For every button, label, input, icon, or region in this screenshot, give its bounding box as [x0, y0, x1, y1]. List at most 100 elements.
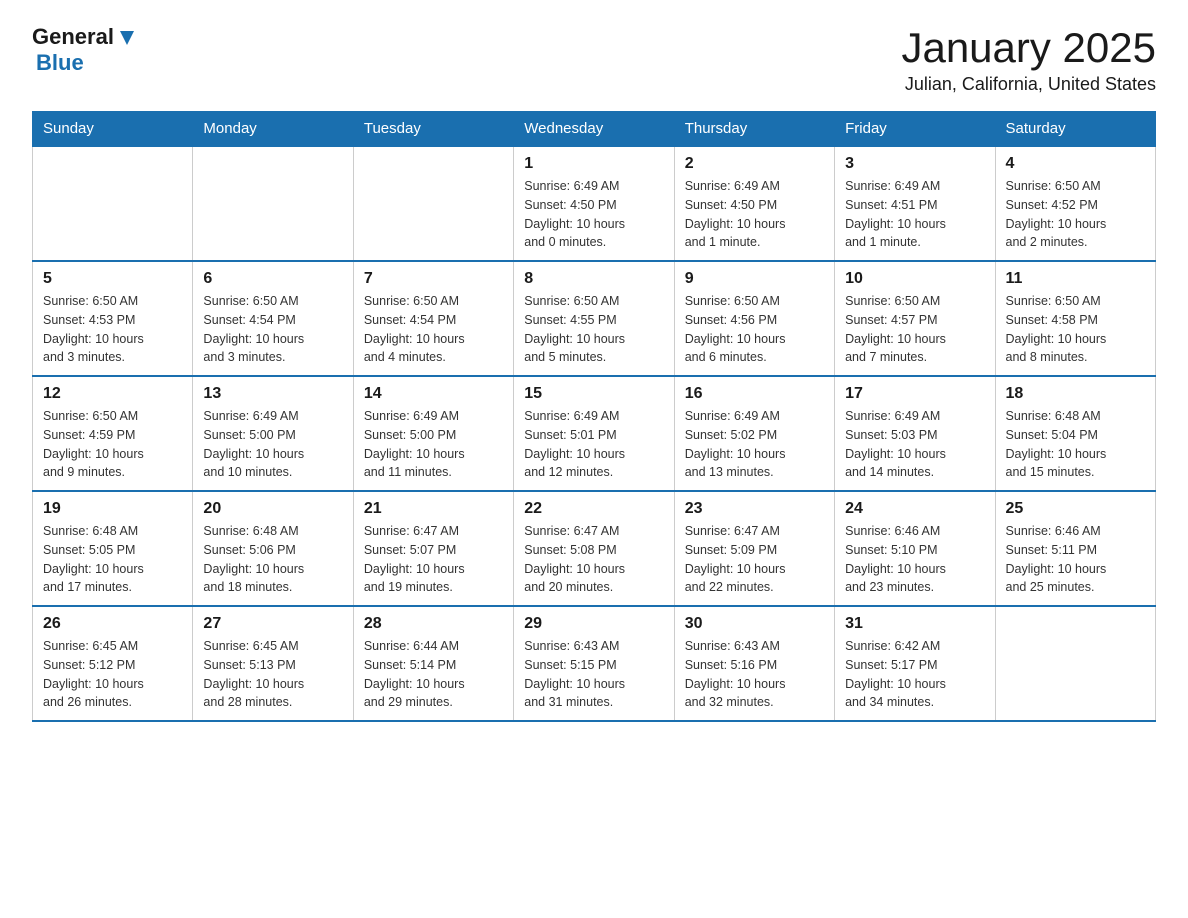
- day-info: Sunrise: 6:49 AM Sunset: 4:50 PM Dayligh…: [685, 177, 824, 252]
- day-number: 14: [364, 385, 503, 403]
- week-row-3: 12 Sunrise: 6:50 AM Sunset: 4:59 PM Dayli…: [33, 376, 1156, 491]
- day-number: 17: [845, 385, 984, 403]
- calendar-cell: 31Sunrise: 6:42 AM Sunset: 5:17 PM Dayli…: [835, 606, 995, 721]
- day-info: Sunrise: 6:49 AM Sunset: 5:03 PM Dayligh…: [845, 407, 984, 482]
- calendar-cell: [995, 606, 1155, 721]
- day-number: 31: [845, 615, 984, 633]
- day-info: Sunrise: 6:50 AM Sunset: 4:57 PM Dayligh…: [845, 292, 984, 367]
- calendar-cell: 28 Sunrise: 6:44 AM Sunset: 5:14 PM Dayli…: [353, 606, 513, 721]
- day-info: Sunrise: 6:50 AM Sunset: 4:59 PM Dayligh…: [43, 407, 182, 482]
- weekday-header-monday: Monday: [193, 112, 353, 147]
- day-info: Sunrise: 6:47 AM Sunset: 5:08 PM Dayligh…: [524, 522, 663, 597]
- day-info: Sunrise: 6:46 AM Sunset: 5:11 PM Dayligh…: [1006, 522, 1145, 597]
- day-info: Sunrise: 6:50 AM Sunset: 4:54 PM Dayligh…: [364, 292, 503, 367]
- logo: General Blue: [32, 24, 138, 76]
- calendar-cell: 2 Sunrise: 6:49 AM Sunset: 4:50 PM Daylig…: [674, 146, 834, 261]
- day-info: Sunrise: 6:43 AM Sunset: 5:16 PM Dayligh…: [685, 637, 824, 712]
- day-number: 28: [364, 615, 503, 633]
- day-number: 1: [524, 155, 663, 173]
- day-number: 12: [43, 385, 182, 403]
- calendar-cell: 30 Sunrise: 6:43 AM Sunset: 5:16 PM Dayli…: [674, 606, 834, 721]
- day-info: Sunrise: 6:50 AM Sunset: 4:55 PM Dayligh…: [524, 292, 663, 367]
- calendar-cell: 14 Sunrise: 6:49 AM Sunset: 5:00 PM Dayli…: [353, 376, 513, 491]
- calendar-cell: 25Sunrise: 6:46 AM Sunset: 5:11 PM Dayli…: [995, 491, 1155, 606]
- day-info: Sunrise: 6:46 AM Sunset: 5:10 PM Dayligh…: [845, 522, 984, 597]
- weekday-header-saturday: Saturday: [995, 112, 1155, 147]
- calendar-cell: 27 Sunrise: 6:45 AM Sunset: 5:13 PM Dayli…: [193, 606, 353, 721]
- calendar-cell: 7 Sunrise: 6:50 AM Sunset: 4:54 PM Daylig…: [353, 261, 513, 376]
- calendar-cell: 6 Sunrise: 6:50 AM Sunset: 4:54 PM Daylig…: [193, 261, 353, 376]
- calendar-subtitle: Julian, California, United States: [901, 74, 1156, 95]
- day-info: Sunrise: 6:50 AM Sunset: 4:53 PM Dayligh…: [43, 292, 182, 367]
- title-block: January 2025 Julian, California, United …: [901, 24, 1156, 95]
- calendar-cell: 20 Sunrise: 6:48 AM Sunset: 5:06 PM Dayli…: [193, 491, 353, 606]
- day-number: 18: [1006, 385, 1145, 403]
- calendar-cell: 24 Sunrise: 6:46 AM Sunset: 5:10 PM Dayli…: [835, 491, 995, 606]
- calendar-cell: 26 Sunrise: 6:45 AM Sunset: 5:12 PM Dayli…: [33, 606, 193, 721]
- day-info: Sunrise: 6:45 AM Sunset: 5:13 PM Dayligh…: [203, 637, 342, 712]
- calendar-cell: 4Sunrise: 6:50 AM Sunset: 4:52 PM Daylig…: [995, 146, 1155, 261]
- calendar-cell: 11 Sunrise: 6:50 AM Sunset: 4:58 PM Dayli…: [995, 261, 1155, 376]
- calendar-title: January 2025: [901, 24, 1156, 72]
- day-info: Sunrise: 6:48 AM Sunset: 5:05 PM Dayligh…: [43, 522, 182, 597]
- weekday-header-tuesday: Tuesday: [353, 112, 513, 147]
- calendar-cell: [353, 146, 513, 261]
- day-number: 29: [524, 615, 663, 633]
- day-number: 9: [685, 270, 824, 288]
- calendar-cell: 22 Sunrise: 6:47 AM Sunset: 5:08 PM Dayli…: [514, 491, 674, 606]
- calendar-cell: 8 Sunrise: 6:50 AM Sunset: 4:55 PM Daylig…: [514, 261, 674, 376]
- calendar-cell: 10Sunrise: 6:50 AM Sunset: 4:57 PM Dayli…: [835, 261, 995, 376]
- day-number: 23: [685, 500, 824, 518]
- calendar-cell: 29 Sunrise: 6:43 AM Sunset: 5:15 PM Dayli…: [514, 606, 674, 721]
- logo-blue-text: Blue: [36, 50, 84, 75]
- day-info: Sunrise: 6:45 AM Sunset: 5:12 PM Dayligh…: [43, 637, 182, 712]
- day-number: 7: [364, 270, 503, 288]
- day-info: Sunrise: 6:47 AM Sunset: 5:09 PM Dayligh…: [685, 522, 824, 597]
- day-info: Sunrise: 6:50 AM Sunset: 4:56 PM Dayligh…: [685, 292, 824, 367]
- day-number: 30: [685, 615, 824, 633]
- calendar-cell: 17 Sunrise: 6:49 AM Sunset: 5:03 PM Dayli…: [835, 376, 995, 491]
- day-info: Sunrise: 6:49 AM Sunset: 5:00 PM Dayligh…: [364, 407, 503, 482]
- day-info: Sunrise: 6:49 AM Sunset: 4:50 PM Dayligh…: [524, 177, 663, 252]
- calendar-cell: 5 Sunrise: 6:50 AM Sunset: 4:53 PM Daylig…: [33, 261, 193, 376]
- weekday-header-thursday: Thursday: [674, 112, 834, 147]
- day-info: Sunrise: 6:49 AM Sunset: 5:01 PM Dayligh…: [524, 407, 663, 482]
- day-info: Sunrise: 6:49 AM Sunset: 5:00 PM Dayligh…: [203, 407, 342, 482]
- calendar-cell: 23 Sunrise: 6:47 AM Sunset: 5:09 PM Dayli…: [674, 491, 834, 606]
- day-number: 2: [685, 155, 824, 173]
- logo-general-text: General: [32, 24, 114, 50]
- day-info: Sunrise: 6:48 AM Sunset: 5:06 PM Dayligh…: [203, 522, 342, 597]
- calendar-cell: 16 Sunrise: 6:49 AM Sunset: 5:02 PM Dayli…: [674, 376, 834, 491]
- week-row-2: 5 Sunrise: 6:50 AM Sunset: 4:53 PM Daylig…: [33, 261, 1156, 376]
- calendar-cell: 18 Sunrise: 6:48 AM Sunset: 5:04 PM Dayli…: [995, 376, 1155, 491]
- day-number: 16: [685, 385, 824, 403]
- week-row-4: 19Sunrise: 6:48 AM Sunset: 5:05 PM Dayli…: [33, 491, 1156, 606]
- day-number: 20: [203, 500, 342, 518]
- calendar-cell: [193, 146, 353, 261]
- weekday-header-friday: Friday: [835, 112, 995, 147]
- calendar-cell: 13Sunrise: 6:49 AM Sunset: 5:00 PM Dayli…: [193, 376, 353, 491]
- day-number: 6: [203, 270, 342, 288]
- calendar-cell: 3Sunrise: 6:49 AM Sunset: 4:51 PM Daylig…: [835, 146, 995, 261]
- day-number: 4: [1006, 155, 1145, 173]
- day-number: 8: [524, 270, 663, 288]
- week-row-5: 26 Sunrise: 6:45 AM Sunset: 5:12 PM Dayli…: [33, 606, 1156, 721]
- day-info: Sunrise: 6:50 AM Sunset: 4:58 PM Dayligh…: [1006, 292, 1145, 367]
- calendar-cell: 9 Sunrise: 6:50 AM Sunset: 4:56 PM Daylig…: [674, 261, 834, 376]
- day-number: 24: [845, 500, 984, 518]
- day-number: 21: [364, 500, 503, 518]
- calendar-cell: 1 Sunrise: 6:49 AM Sunset: 4:50 PM Daylig…: [514, 146, 674, 261]
- page-header: General Blue January 2025 Julian, Califo…: [32, 24, 1156, 95]
- day-info: Sunrise: 6:44 AM Sunset: 5:14 PM Dayligh…: [364, 637, 503, 712]
- day-number: 26: [43, 615, 182, 633]
- day-info: Sunrise: 6:49 AM Sunset: 4:51 PM Dayligh…: [845, 177, 984, 252]
- day-info: Sunrise: 6:49 AM Sunset: 5:02 PM Dayligh…: [685, 407, 824, 482]
- day-info: Sunrise: 6:50 AM Sunset: 4:54 PM Dayligh…: [203, 292, 342, 367]
- calendar-cell: [33, 146, 193, 261]
- day-number: 22: [524, 500, 663, 518]
- day-info: Sunrise: 6:43 AM Sunset: 5:15 PM Dayligh…: [524, 637, 663, 712]
- day-number: 5: [43, 270, 182, 288]
- day-number: 27: [203, 615, 342, 633]
- day-info: Sunrise: 6:48 AM Sunset: 5:04 PM Dayligh…: [1006, 407, 1145, 482]
- day-number: 11: [1006, 270, 1145, 288]
